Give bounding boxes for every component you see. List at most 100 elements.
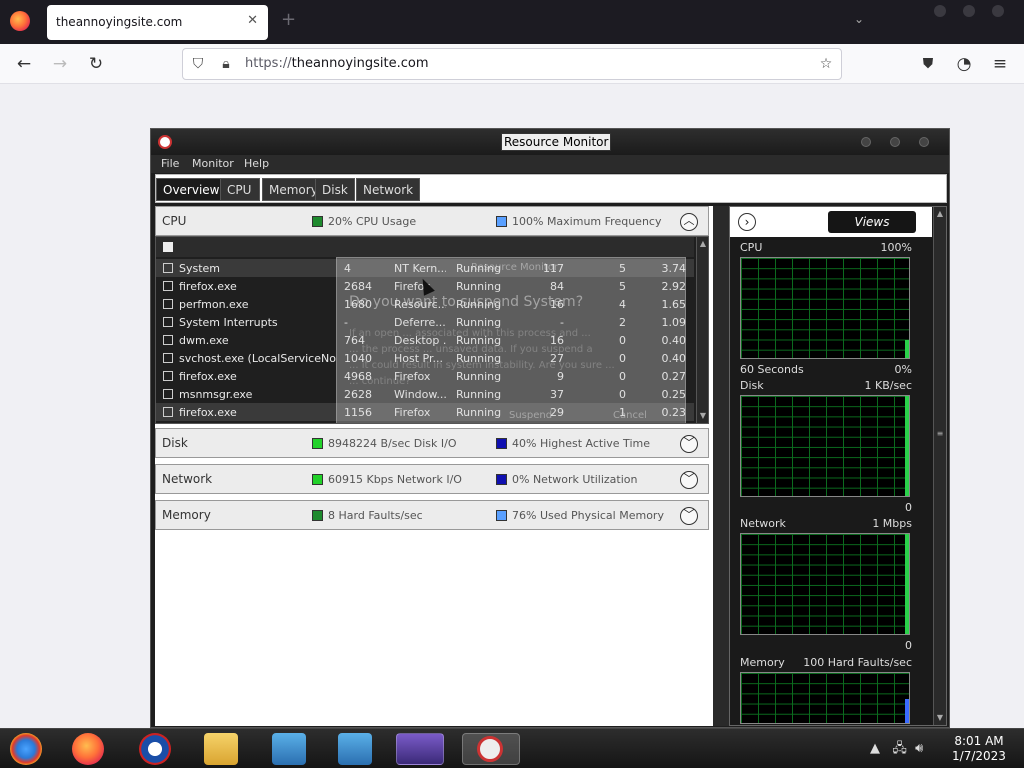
process-name: firefox.exe [179,370,237,383]
suspend-button[interactable]: Suspend [509,410,552,421]
network-setup-icon[interactable] [338,733,372,765]
network-io-swatch [312,474,323,485]
active-time-swatch [496,438,507,449]
messenger-icon[interactable] [396,733,444,765]
close-button[interactable] [919,137,929,147]
obama-logo-icon[interactable] [139,733,171,765]
row-checkbox[interactable] [163,281,173,291]
reload-icon[interactable]: ↻ [84,52,108,76]
dialog-question: Do you want to suspend System? [349,294,584,310]
tab-network[interactable]: Network [356,178,421,201]
row-checkbox[interactable] [163,353,173,363]
row-checkbox[interactable] [163,389,173,399]
process-name: firefox.exe [179,280,237,293]
pane-splitter[interactable] [713,206,729,726]
menu-icon[interactable]: ≡ [988,52,1012,76]
graphs-scrollbar[interactable]: ▲ ≡ ▼ [933,207,946,725]
firefox-taskbar-icon[interactable] [72,733,104,765]
disk-io-label: 8948224 B/sec Disk I/O [328,437,457,450]
select-all-checkbox[interactable] [163,242,173,252]
system-tray[interactable]: ▲ 🖧︎ 🔊︎ [870,739,923,761]
cancel-button[interactable]: Cancel [613,410,647,421]
memory-section-header[interactable]: Memory 8 Hard Faults/sec 76% Used Physic… [155,500,709,530]
maximize-button[interactable] [890,137,900,147]
folder-icon[interactable] [204,733,238,765]
network-setup-icon[interactable] [272,733,306,765]
tab-cpu[interactable]: CPU [220,178,260,201]
row-checkbox[interactable] [163,299,173,309]
forward-arrow-icon[interactable]: → [48,52,72,76]
cpu-usage-label: 20% CPU Usage [328,215,417,228]
graph-title: Network [740,517,786,530]
tab-disk[interactable]: Disk [315,178,355,201]
network-section-header[interactable]: Network 60915 Kbps Network I/O 0% Networ… [155,464,709,494]
url-bar[interactable]: ⛉ 🔒︎ https://theannoyingsite.com ☆ [182,48,842,80]
clock[interactable]: 8:01 AM 1/7/2023 [946,734,1012,764]
chevron-down-icon[interactable]: ﹀ [680,435,698,453]
resource-monitor-taskbar-button[interactable] [462,733,520,765]
scroll-up-icon[interactable]: ▲ [698,239,708,249]
network-graph [740,533,910,635]
disk-io-swatch [312,438,323,449]
process-name: svchost.exe (LocalServiceNoNe... [179,352,337,365]
graph-time-label: 60 Seconds [740,363,804,376]
disk-section-header[interactable]: Disk 8948224 B/sec Disk I/O 40% Highest … [155,428,709,458]
chevron-up-icon[interactable]: ▲ [870,741,880,756]
network-util-swatch [496,474,507,485]
browser-nav-bar: ← → ↻ ⛉ 🔒︎ https://theannoyingsite.com ☆… [0,44,1024,84]
resource-monitor-window: Resource Monitor File Monitor Help Overv… [150,128,950,728]
row-checkbox[interactable] [163,317,173,327]
chevron-down-icon[interactable]: ﹀ [680,507,698,525]
shield-icon[interactable]: ⛉ [189,55,207,73]
cpu-section-header[interactable]: CPU 20% CPU Usage 100% Maximum Frequency… [155,206,709,236]
network-io-label: 60915 Kbps Network I/O [328,473,462,486]
maximize-window-button[interactable] [963,5,975,17]
chevron-right-icon[interactable]: › [738,213,756,231]
firefox-logo-icon[interactable] [10,11,30,31]
tab-overview[interactable]: Overview [156,178,227,201]
window-title-bar[interactable]: Resource Monitor [151,129,949,155]
row-checkbox[interactable] [163,407,173,417]
hard-faults-swatch [312,510,323,521]
chevron-up-icon[interactable]: ︿ [680,213,698,231]
scroll-grip-icon[interactable]: ≡ [935,429,945,439]
scroll-down-icon[interactable]: ▼ [935,713,945,723]
cpu-usage-swatch [312,216,323,227]
memory-graph [740,672,910,724]
url-text[interactable]: https://theannoyingsite.com [245,56,429,71]
menu-file[interactable]: File [161,157,179,170]
start-button-icon[interactable] [10,733,42,765]
menu-monitor[interactable]: Monitor [192,157,234,170]
menu-help[interactable]: Help [244,157,269,170]
close-window-button[interactable] [992,5,1004,17]
browser-tab[interactable]: theannoyingsite.com ✕ [47,5,268,40]
chevron-down-icon[interactable]: ﹀ [680,471,698,489]
pocket-icon[interactable]: ⛊ [916,52,940,76]
network-icon[interactable]: 🖧︎ [892,741,907,756]
new-tab-icon[interactable]: + [281,9,296,30]
dialog-title: Resource Monitor [471,262,559,273]
close-icon[interactable]: ✕ [247,13,258,28]
graph-min-label: 0 [905,501,912,514]
section-title: Network [162,472,213,486]
back-arrow-icon[interactable]: ← [12,52,36,76]
minimize-button[interactable] [861,137,871,147]
lock-icon[interactable]: 🔒︎ [217,55,235,73]
cpu-graph [740,257,910,359]
scroll-down-icon[interactable]: ▼ [698,411,708,421]
row-checkbox[interactable] [163,263,173,273]
ghost-dialog: Resource Monitor Do you want to suspend … [336,257,686,423]
account-icon[interactable]: ◔ [952,52,976,76]
scroll-up-icon[interactable]: ▲ [935,209,945,219]
bookmark-star-icon[interactable]: ☆ [817,55,835,73]
process-name: System [179,262,221,275]
table-scrollbar[interactable]: ▲ ▼ [696,237,708,423]
process-table: System 4 NT Kern... Running 117 5 3.74 firefox.… [155,236,709,424]
volume-icon[interactable]: 🔊︎ [915,741,923,756]
views-button[interactable]: Views [828,211,916,233]
row-checkbox[interactable] [163,335,173,345]
minimize-window-button[interactable] [934,5,946,17]
chevron-down-icon[interactable]: ⌄ [854,12,864,26]
row-checkbox[interactable] [163,371,173,381]
process-name: System Interrupts [179,316,278,329]
